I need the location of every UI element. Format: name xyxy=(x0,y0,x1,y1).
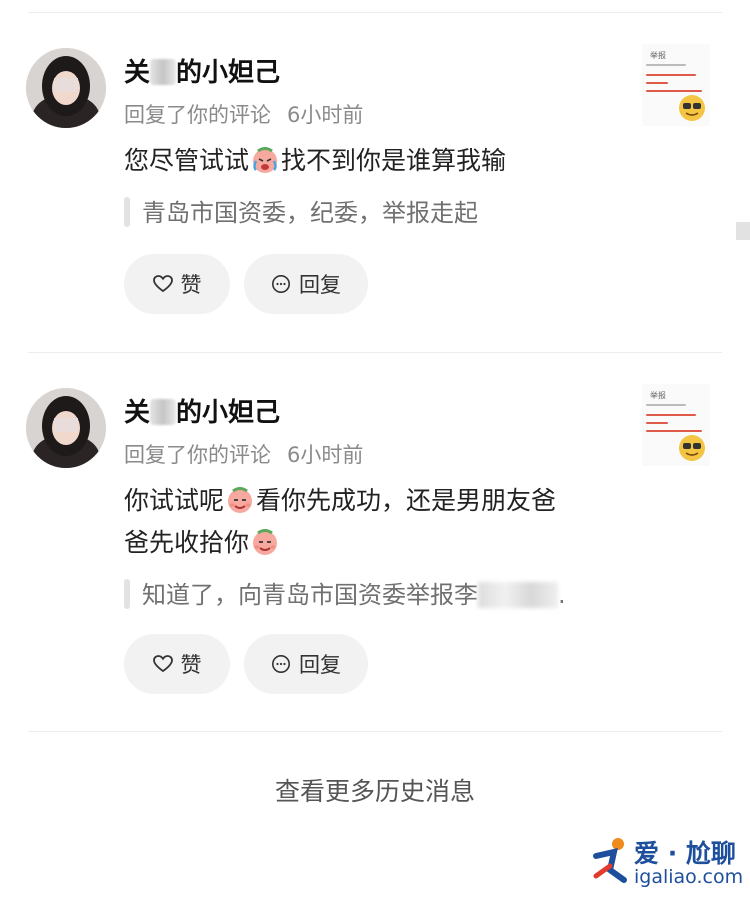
view-more-history-button[interactable]: 查看更多历史消息 xyxy=(0,772,750,808)
watermark: 爱 · 尬聊 igaliao.com xyxy=(588,834,748,894)
notification-item[interactable]: 关的小妲己 回复了你的评论 6小时前 你试试呢 看你先成功，还是男朋友爸 爸先收拾你 … xyxy=(0,340,750,730)
watermark-url: igaliao.com xyxy=(634,866,744,888)
action-text: 回复了你的评论 xyxy=(124,443,271,467)
timestamp: 6小时前 xyxy=(287,103,364,127)
username[interactable]: 关的小妲己 xyxy=(124,392,280,429)
sob-emoji-icon xyxy=(253,147,278,173)
comment-icon xyxy=(271,654,291,674)
comment-icon xyxy=(271,274,291,294)
item-divider xyxy=(28,731,722,732)
timestamp: 6小时前 xyxy=(287,443,364,467)
redacted-text xyxy=(478,582,558,608)
avatar[interactable] xyxy=(26,48,106,128)
reply-button[interactable]: 回复 xyxy=(244,254,368,314)
smug-emoji-icon xyxy=(253,529,278,555)
runner-logo-icon xyxy=(593,838,627,883)
redacted-name-part xyxy=(150,59,177,85)
username[interactable]: 关的小妲己 xyxy=(124,52,280,89)
quoted-comment[interactable]: 知道了，向青岛市国资委举报李. xyxy=(124,575,644,610)
reply-button[interactable]: 回复 xyxy=(244,634,368,694)
referenced-post-thumbnail[interactable]: 举报 xyxy=(642,384,710,466)
referenced-post-thumbnail[interactable]: 举报 xyxy=(642,44,710,126)
action-text: 回复了你的评论 xyxy=(124,103,271,127)
quote-bar xyxy=(124,197,130,227)
like-button[interactable]: 赞 xyxy=(124,254,230,314)
notification-meta: 回复了你的评论 6小时前 xyxy=(124,439,363,469)
notification-item[interactable]: 关的小妲己 回复了你的评论 6小时前 您尽管试试 找不到你是谁算我输 青岛市国资委，… xyxy=(0,0,750,353)
quoted-comment[interactable]: 青岛市国资委，纪委，举报走起 xyxy=(124,193,644,228)
scroll-indicator xyxy=(736,222,750,240)
cool-face-icon xyxy=(679,95,705,121)
like-button[interactable]: 赞 xyxy=(124,634,230,694)
smug-emoji-icon xyxy=(228,487,253,513)
notification-meta: 回复了你的评论 6小时前 xyxy=(124,99,363,129)
heart-icon xyxy=(152,655,173,673)
reply-message: 您尽管试试 找不到你是谁算我输 xyxy=(124,146,507,175)
cool-face-icon xyxy=(679,435,705,461)
redacted-name-part xyxy=(150,399,177,425)
quote-bar xyxy=(124,579,130,609)
reply-message: 你试试呢 看你先成功，还是男朋友爸 爸先收拾你 xyxy=(124,486,557,557)
watermark-brand: 爱 · 尬聊 xyxy=(634,839,736,868)
heart-icon xyxy=(152,275,173,293)
avatar[interactable] xyxy=(26,388,106,468)
